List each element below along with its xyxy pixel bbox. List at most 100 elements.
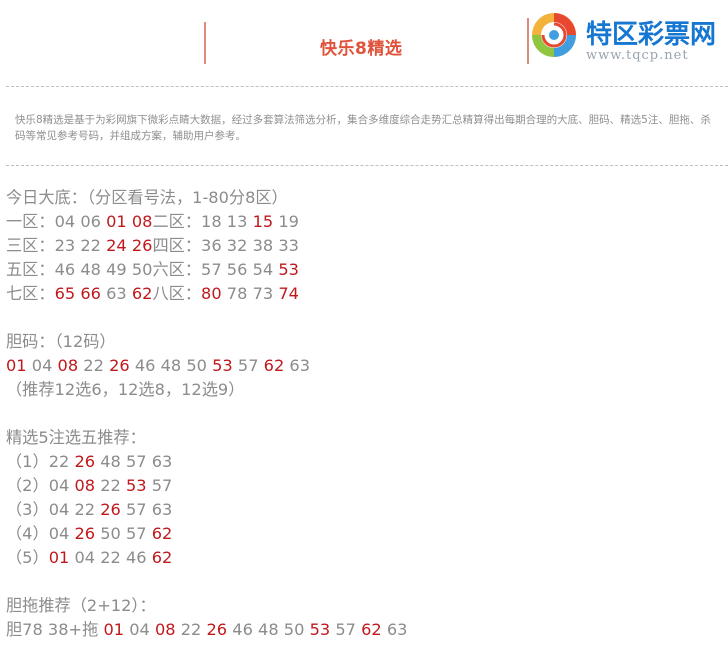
lottery-number: 01	[106, 212, 127, 231]
lottery-number: 22	[100, 548, 121, 567]
lottery-number: 62	[151, 524, 173, 543]
danma-note: （推荐12选6，12选8，12选9）	[6, 380, 245, 399]
lottery-number: 24	[106, 236, 127, 255]
lottery-number: 49	[106, 260, 127, 279]
dadi-row: 五区：46 48 49 50六区：57 56 54 53	[6, 258, 722, 282]
lottery-number: 26	[206, 620, 228, 639]
jingxuan-row: （2）04 08 22 53 57	[6, 474, 722, 498]
lottery-number: 50	[100, 524, 121, 543]
lottery-number: 57	[125, 500, 147, 519]
page-header: 快乐8精选 特区彩票网 www.tqcp.net	[0, 0, 728, 90]
lottery-number: 08	[131, 212, 153, 231]
lottery-number: 57	[125, 452, 147, 471]
lottery-number: 26	[74, 524, 96, 543]
danma-numbers: 01 04 08 22 26 46 48 50 53 57 62 63	[6, 354, 722, 378]
row-label: （1）	[6, 452, 49, 471]
lottery-number: 36	[201, 236, 222, 255]
zone-label: 二区：	[152, 212, 202, 231]
dadi-row: 三区：23 22 24 26四区：36 32 38 33	[6, 234, 722, 258]
dantuo-numbers: 胆78 38+拖 01 04 08 22 26 46 48 50 53 57 6…	[6, 618, 722, 642]
zone-label: 六区：	[152, 260, 202, 279]
lottery-number: 74	[278, 284, 299, 303]
dadi-heading: 今日大底：（分区看号法，1-80分8区）	[6, 188, 288, 207]
jingxuan-row: （5）01 04 22 46 62	[6, 546, 722, 570]
zone-label: 四区：	[152, 236, 202, 255]
jingxuan-heading: 精选5注选五推荐：	[6, 428, 146, 447]
lottery-number: 53	[278, 260, 299, 279]
site-logo[interactable]: 特区彩票网 www.tqcp.net	[528, 8, 728, 70]
lottery-number: 19	[278, 212, 299, 231]
lottery-number: 08	[154, 620, 176, 639]
lottery-number: 23	[54, 236, 76, 255]
lottery-number: 65	[54, 284, 76, 303]
lottery-number: 46	[54, 260, 76, 279]
lottery-number: 04	[54, 212, 76, 231]
header-divider-left	[204, 22, 206, 64]
lottery-number: 57	[125, 524, 147, 543]
lottery-number: 04	[74, 548, 96, 567]
logo-text: 特区彩票网	[586, 20, 717, 50]
lottery-number: 46	[232, 620, 253, 639]
lottery-number: 63	[386, 620, 408, 639]
swirl-logo-icon	[532, 13, 576, 57]
logo-url: www.tqcp.net	[586, 48, 689, 63]
lottery-number: 06	[80, 212, 101, 231]
lottery-number: 22	[74, 500, 96, 519]
lottery-number: 01	[48, 548, 70, 567]
lottery-number: 01	[6, 356, 27, 375]
lottery-number: 48	[80, 260, 101, 279]
lottery-number: 04	[48, 524, 70, 543]
lottery-number: 54	[252, 260, 274, 279]
lottery-number: 57	[201, 260, 222, 279]
row-label: （5）	[6, 548, 49, 567]
lottery-number: 62	[263, 356, 285, 375]
page-title: 快乐8精选	[320, 39, 403, 59]
jingxuan-row: （4）04 26 50 57 62	[6, 522, 722, 546]
lottery-number: 66	[80, 284, 101, 303]
lottery-number: 50	[131, 260, 153, 279]
lottery-number: 46	[134, 356, 156, 375]
lottery-number: 80	[201, 284, 222, 303]
lottery-number: 53	[212, 356, 233, 375]
lottery-number: 57	[335, 620, 356, 639]
lottery-number: 22	[83, 356, 104, 375]
divider-bottom	[6, 165, 728, 166]
lottery-number: 04	[48, 500, 70, 519]
lottery-number: 57	[237, 356, 259, 375]
zone-label: 七区：	[6, 284, 55, 303]
lottery-number: 13	[226, 212, 248, 231]
lottery-number: 04	[48, 476, 70, 495]
lottery-number: 26	[100, 500, 121, 519]
lottery-number: 22	[180, 620, 202, 639]
lottery-number: 53	[309, 620, 331, 639]
lottery-number: 04	[31, 356, 53, 375]
lottery-number: 04	[129, 620, 150, 639]
lottery-number: 50	[186, 356, 207, 375]
lottery-number: 48	[100, 452, 121, 471]
lottery-number: 01	[103, 620, 125, 639]
lottery-number: 15	[252, 212, 274, 231]
row-label: （3）	[6, 500, 49, 519]
lottery-number: 63	[106, 284, 127, 303]
lottery-number: 53	[125, 476, 147, 495]
lottery-number: 26	[109, 356, 130, 375]
lottery-number: 38	[252, 236, 274, 255]
jingxuan-row: （3）04 22 26 57 63	[6, 498, 722, 522]
lottery-number: 32	[226, 236, 248, 255]
divider-top	[6, 86, 728, 87]
lottery-number: 63	[289, 356, 311, 375]
lottery-number: 63	[151, 452, 173, 471]
lottery-number: 56	[226, 260, 248, 279]
lottery-number: 18	[201, 212, 222, 231]
dantuo-dan-label: 胆78 38+拖	[6, 620, 99, 639]
lottery-number: 63	[151, 500, 173, 519]
lottery-number: 46	[125, 548, 147, 567]
dadi-row: 七区：65 66 63 62八区：80 78 73 74	[6, 282, 722, 306]
zone-label: 八区：	[152, 284, 202, 303]
lottery-number: 22	[48, 452, 70, 471]
row-label: （4）	[6, 524, 49, 543]
lottery-number: 22	[80, 236, 101, 255]
